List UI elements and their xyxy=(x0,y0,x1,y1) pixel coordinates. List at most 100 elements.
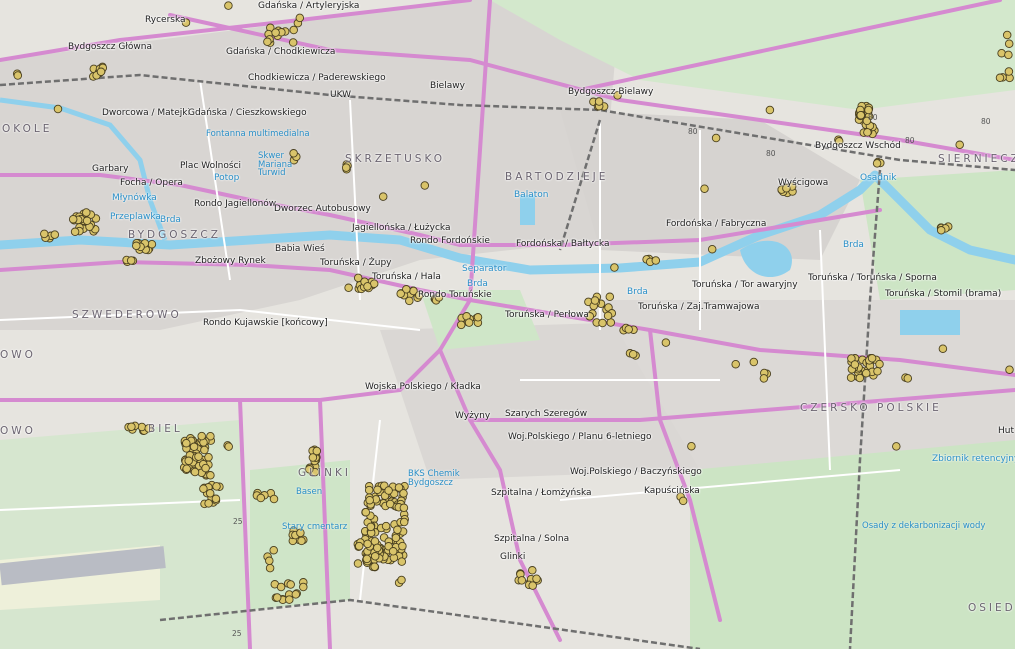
map-point-marker[interactable] xyxy=(528,566,537,575)
map-point-marker[interactable] xyxy=(598,318,607,328)
map-point-marker[interactable] xyxy=(687,441,696,451)
map-point-marker[interactable] xyxy=(532,574,541,583)
map-point-marker[interactable] xyxy=(1005,365,1014,374)
map-point-marker[interactable] xyxy=(872,159,882,168)
map-point-marker[interactable] xyxy=(194,452,203,461)
map-point-marker[interactable] xyxy=(373,485,382,495)
map-point-marker[interactable] xyxy=(603,311,613,321)
map-point-marker[interactable] xyxy=(272,593,282,602)
map-point-marker[interactable] xyxy=(473,313,483,322)
map-point-marker[interactable] xyxy=(201,463,210,473)
map-point-marker[interactable] xyxy=(850,360,860,369)
map-point-marker[interactable] xyxy=(353,559,363,568)
map-point-marker[interactable] xyxy=(137,422,147,432)
map-point-marker[interactable] xyxy=(224,442,233,451)
map-point-marker[interactable] xyxy=(200,445,209,455)
map-point-marker[interactable] xyxy=(700,184,709,193)
map-point-marker[interactable] xyxy=(861,368,871,378)
map-point-marker[interactable] xyxy=(361,507,371,517)
map-point-marker[interactable] xyxy=(197,431,206,441)
map-point-marker[interactable] xyxy=(288,38,298,47)
map-point-marker[interactable] xyxy=(82,208,91,217)
map-point-marker[interactable] xyxy=(263,37,272,47)
map-point-marker[interactable] xyxy=(903,374,913,383)
map-point-marker[interactable] xyxy=(224,1,233,10)
map-point-marker[interactable] xyxy=(381,521,391,531)
map-point-marker[interactable] xyxy=(286,580,295,589)
map-point-marker[interactable] xyxy=(610,263,619,272)
map-point-marker[interactable] xyxy=(212,482,221,491)
map-point-marker[interactable] xyxy=(875,359,884,369)
map-point-marker[interactable] xyxy=(370,562,379,571)
map-point-marker[interactable] xyxy=(127,422,136,432)
map-point-marker[interactable] xyxy=(749,357,759,367)
map-point-marker[interactable] xyxy=(873,367,882,376)
map-point-marker[interactable] xyxy=(399,503,409,513)
map-point-marker[interactable] xyxy=(363,539,372,549)
map-point-marker[interactable] xyxy=(312,446,322,456)
map-point-marker[interactable] xyxy=(50,230,60,239)
map-point-marker[interactable] xyxy=(354,541,364,551)
map-point-marker[interactable] xyxy=(364,485,374,495)
map-point-marker[interactable] xyxy=(265,556,274,566)
map-point-marker[interactable] xyxy=(1004,50,1013,60)
map-point-marker[interactable] xyxy=(397,575,406,585)
map-point-marker[interactable] xyxy=(391,533,401,543)
map-point-marker[interactable] xyxy=(731,359,740,369)
map-point-marker[interactable] xyxy=(366,522,376,532)
map-point-marker[interactable] xyxy=(53,104,63,114)
map-point-marker[interactable] xyxy=(1002,30,1012,40)
map-point-marker[interactable] xyxy=(594,97,604,106)
map-point-marker[interactable] xyxy=(297,536,306,546)
map-point-marker[interactable] xyxy=(1004,67,1014,76)
map-point-marker[interactable] xyxy=(938,344,948,353)
map-point-marker[interactable] xyxy=(147,239,157,249)
map-point-marker[interactable] xyxy=(995,73,1005,83)
map-point-marker[interactable] xyxy=(378,192,388,201)
map-point-marker[interactable] xyxy=(363,282,372,291)
map-point-marker[interactable] xyxy=(398,541,407,551)
map-point-marker[interactable] xyxy=(855,373,865,383)
map-point-marker[interactable] xyxy=(456,320,466,330)
map-point-marker[interactable] xyxy=(955,140,964,150)
map-point-marker[interactable] xyxy=(759,374,769,383)
map-point-marker[interactable] xyxy=(765,105,775,115)
map-point-marker[interactable] xyxy=(276,582,286,592)
map-point-marker[interactable] xyxy=(96,67,106,77)
map-canvas[interactable]: Rycerska Gdańska / Artyleryjska Bydgoszc… xyxy=(0,0,1015,649)
map-point-marker[interactable] xyxy=(291,590,301,599)
map-point-marker[interactable] xyxy=(661,338,671,347)
map-point-marker[interactable] xyxy=(624,325,633,334)
map-point-marker[interactable] xyxy=(365,495,374,505)
map-point-marker[interactable] xyxy=(420,181,430,190)
map-point-marker[interactable] xyxy=(711,133,721,143)
map-point-marker[interactable] xyxy=(863,128,872,137)
map-point-marker[interactable] xyxy=(204,499,213,508)
map-point-marker[interactable] xyxy=(393,525,402,535)
map-point-marker[interactable] xyxy=(397,557,407,566)
map-point-marker[interactable] xyxy=(126,256,136,265)
map-point-marker[interactable] xyxy=(892,442,901,451)
map-point-marker[interactable] xyxy=(344,283,353,293)
map-point-marker[interactable] xyxy=(528,581,537,590)
map-point-marker[interactable] xyxy=(68,214,78,224)
map-point-marker[interactable] xyxy=(846,373,856,382)
map-point-marker[interactable] xyxy=(396,289,405,298)
map-point-marker[interactable] xyxy=(299,582,308,592)
map-point-marker[interactable] xyxy=(289,25,298,35)
map-point-marker[interactable] xyxy=(82,216,92,226)
map-point-marker[interactable] xyxy=(271,28,280,37)
map-point-marker[interactable] xyxy=(285,595,294,604)
map-point-marker[interactable] xyxy=(856,110,866,120)
map-point-marker[interactable] xyxy=(399,517,409,527)
map-point-marker[interactable] xyxy=(388,547,398,556)
map-point-marker[interactable] xyxy=(295,13,305,23)
map-point-marker[interactable] xyxy=(265,563,275,573)
map-point-marker[interactable] xyxy=(936,226,946,235)
map-point-marker[interactable] xyxy=(182,464,191,473)
map-point-marker[interactable] xyxy=(370,552,380,561)
map-point-marker[interactable] xyxy=(605,292,615,302)
map-point-marker[interactable] xyxy=(867,354,877,363)
map-point-marker[interactable] xyxy=(256,493,266,503)
map-point-marker[interactable] xyxy=(204,452,213,462)
